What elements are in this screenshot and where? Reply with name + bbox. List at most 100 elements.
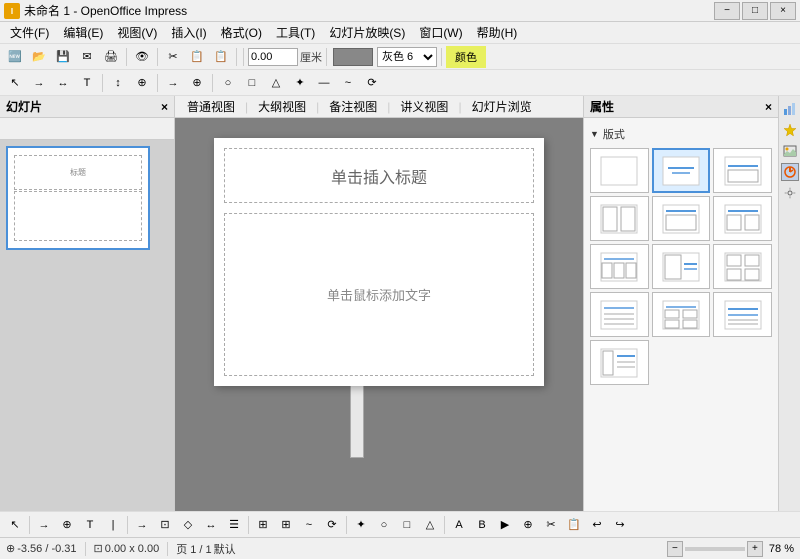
btoolbar-btn-11[interactable]: ⊞ <box>275 514 297 536</box>
toolbar2-btn-2[interactable]: ↔ <box>52 72 74 94</box>
layout-item-0[interactable] <box>590 148 649 193</box>
toolbar-btn-1[interactable]: 📂 <box>28 46 50 68</box>
layout-item-9[interactable] <box>590 292 649 337</box>
slide-content-area[interactable]: 单击鼠标添加文字 <box>224 213 534 376</box>
sidebar-icon-3[interactable] <box>781 142 799 160</box>
maximize-button[interactable]: □ <box>742 2 768 20</box>
btoolbar-btn-13[interactable]: ⟳ <box>321 514 343 536</box>
toolbar2-btn-1[interactable]: → <box>28 72 50 94</box>
toolbar-btn-5[interactable]: 👁 <box>131 46 153 68</box>
btoolbar-btn-0[interactable]: ↖ <box>4 514 26 536</box>
btoolbar-btn-1[interactable]: → <box>33 514 55 536</box>
menu-item[interactable]: 视图(V) <box>111 22 163 43</box>
sidebar-icon-2[interactable] <box>781 121 799 139</box>
window-controls[interactable]: − □ × <box>714 2 796 20</box>
zoom-control[interactable]: − + 78 % <box>667 541 794 557</box>
toolbar2-btn-5[interactable]: ⊕ <box>131 72 153 94</box>
btoolbar-btn-22[interactable]: ✂ <box>540 514 562 536</box>
view-tab-2[interactable]: 备注视图 <box>321 96 385 117</box>
btoolbar-btn-23[interactable]: 📋 <box>563 514 585 536</box>
layout-item-10[interactable] <box>652 292 711 337</box>
toolbar2-btn-3[interactable]: T <box>76 72 98 94</box>
layout-item-5[interactable] <box>713 196 772 241</box>
menu-item[interactable]: 窗口(W) <box>413 22 468 43</box>
btoolbar-btn-4[interactable]: | <box>102 514 124 536</box>
view-tab-4[interactable]: 幻灯片浏览 <box>464 96 540 117</box>
view-tab-0[interactable]: 普通视图 <box>179 96 243 117</box>
color-box[interactable] <box>333 48 373 66</box>
toolbar2-btn-12[interactable]: — <box>313 72 335 94</box>
btoolbar-btn-6[interactable]: ⊡ <box>154 514 176 536</box>
toolbar2-btn-13[interactable]: ~ <box>337 72 359 94</box>
toolbar-btn-3[interactable]: ✉ <box>76 46 98 68</box>
canvas-area[interactable]: A4 单击插入标题 单击鼠标添加文字 <box>175 118 583 511</box>
toolbar2-btn-6[interactable]: → <box>162 72 184 94</box>
toolbar-btn-8[interactable]: 📋 <box>210 46 232 68</box>
btoolbar-btn-18[interactable]: A <box>448 514 470 536</box>
layout-item-11[interactable] <box>713 292 772 337</box>
position-input[interactable] <box>248 48 298 66</box>
toolbar2-btn-4[interactable]: ↕ <box>107 72 129 94</box>
toolbar-btn-4[interactable]: 🖨 <box>100 46 122 68</box>
btoolbar-btn-12[interactable]: ~ <box>298 514 320 536</box>
layout-item-12[interactable] <box>590 340 649 385</box>
minimize-button[interactable]: − <box>714 2 740 20</box>
btoolbar-btn-9[interactable]: ☰ <box>223 514 245 536</box>
sidebar-icon-5[interactable] <box>781 184 799 202</box>
layout-item-8[interactable] <box>713 244 772 289</box>
layout-item-4[interactable] <box>652 196 711 241</box>
sidebar-icon-1[interactable] <box>781 100 799 118</box>
btoolbar-btn-15[interactable]: ○ <box>373 514 395 536</box>
btoolbar-btn-10[interactable]: ⊞ <box>252 514 274 536</box>
toolbar2-btn-7[interactable]: ⊕ <box>186 72 208 94</box>
toolbar-btn-6[interactable]: ✂ <box>162 46 184 68</box>
btoolbar-btn-25[interactable]: ↪ <box>609 514 631 536</box>
menu-item[interactable]: 幻灯片放映(S) <box>323 22 411 43</box>
zoom-out-button[interactable]: − <box>667 541 683 557</box>
close-button[interactable]: × <box>770 2 796 20</box>
slide-title-area[interactable]: 单击插入标题 <box>224 148 534 203</box>
layout-item-7[interactable] <box>652 244 711 289</box>
btoolbar-btn-2[interactable]: ⊕ <box>56 514 78 536</box>
toolbar2-btn-9[interactable]: □ <box>241 72 263 94</box>
color-button[interactable]: 颜色 <box>446 46 486 68</box>
btoolbar-btn-16[interactable]: □ <box>396 514 418 536</box>
btoolbar-btn-21[interactable]: ⊕ <box>517 514 539 536</box>
color-select[interactable]: 灰色 6灰色 4黑色白色 <box>377 47 437 67</box>
view-tab-3[interactable]: 讲义视图 <box>392 96 456 117</box>
menu-item[interactable]: 工具(T) <box>270 22 321 43</box>
menu-item[interactable]: 插入(I) <box>165 22 212 43</box>
btoolbar-btn-3[interactable]: T <box>79 514 101 536</box>
expand-icon[interactable]: ▼ <box>590 129 599 139</box>
btoolbar-btn-7[interactable]: ◇ <box>177 514 199 536</box>
btoolbar-btn-20[interactable]: ▶ <box>494 514 516 536</box>
layout-item-1[interactable] <box>652 148 711 193</box>
menu-item[interactable]: 帮助(H) <box>471 22 524 43</box>
sidebar-icon-4[interactable] <box>781 163 799 181</box>
layout-item-6[interactable] <box>590 244 649 289</box>
layout-item-2[interactable] <box>713 148 772 193</box>
slides-content[interactable]: 1 标题 <box>0 140 174 511</box>
slide-canvas[interactable]: 单击插入标题 单击鼠标添加文字 <box>214 138 544 386</box>
toolbar2-btn-11[interactable]: ✦ <box>289 72 311 94</box>
menu-item[interactable]: 格式(O) <box>215 22 268 43</box>
view-tab-1[interactable]: 大纲视图 <box>250 96 314 117</box>
toolbar-btn-2[interactable]: 💾 <box>52 46 74 68</box>
menu-item[interactable]: 文件(F) <box>4 22 55 43</box>
zoom-slider[interactable] <box>685 547 745 551</box>
properties-close[interactable]: × <box>765 100 772 114</box>
toolbar2-btn-10[interactable]: △ <box>265 72 287 94</box>
toolbar2-btn-8[interactable]: ○ <box>217 72 239 94</box>
slide-thumbnail[interactable]: 标题 <box>6 146 150 250</box>
btoolbar-btn-24[interactable]: ↩ <box>586 514 608 536</box>
btoolbar-btn-17[interactable]: △ <box>419 514 441 536</box>
toolbar2-btn-14[interactable]: ⟳ <box>361 72 383 94</box>
btoolbar-btn-8[interactable]: ↔ <box>200 514 222 536</box>
btoolbar-btn-14[interactable]: ✦ <box>350 514 372 536</box>
toolbar2-btn-0[interactable]: ↖ <box>4 72 26 94</box>
slides-panel-close[interactable]: × <box>161 100 168 114</box>
btoolbar-btn-19[interactable]: B <box>471 514 493 536</box>
btoolbar-btn-5[interactable]: → <box>131 514 153 536</box>
zoom-in-button[interactable]: + <box>747 541 763 557</box>
toolbar-btn-0[interactable]: 🆕 <box>4 46 26 68</box>
